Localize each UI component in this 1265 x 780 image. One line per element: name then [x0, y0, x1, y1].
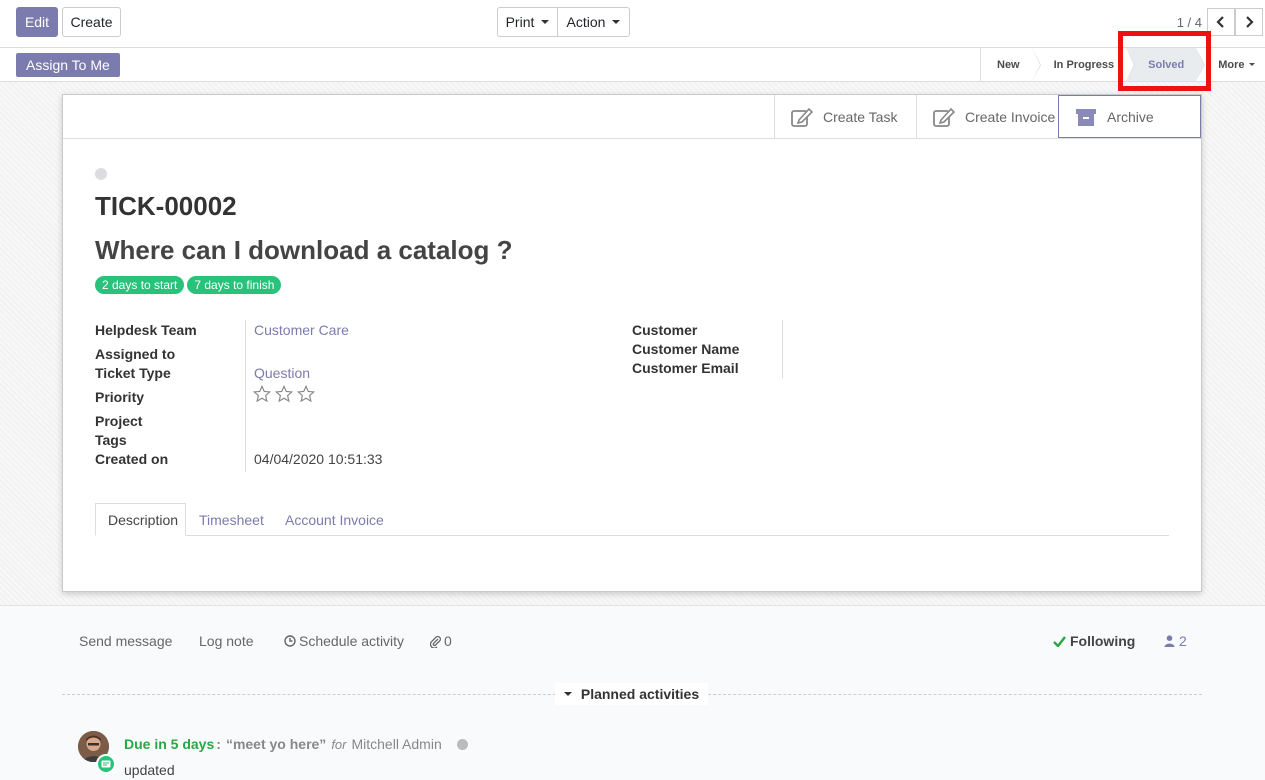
ticket-type-value[interactable]: Question: [254, 365, 310, 381]
following-button[interactable]: Following: [1053, 633, 1135, 649]
caret-down-icon: [563, 692, 572, 696]
field-separator: [782, 320, 783, 378]
attachments-button[interactable]: 0: [430, 633, 452, 649]
chevron-right-icon: [1246, 16, 1254, 28]
created-on-label: Created on: [95, 451, 169, 467]
activity-note: updated: [124, 762, 175, 778]
assigned-to-label: Assigned to: [95, 346, 176, 362]
sla-badge: 2 days to start: [95, 276, 185, 294]
star-icon[interactable]: [253, 385, 271, 403]
create-invoice-button[interactable]: Create Invoice: [916, 95, 1059, 138]
planned-activities-label: Planned activities: [580, 686, 700, 702]
info-icon[interactable]: [456, 738, 468, 750]
sla-badge: 7 days to finish: [187, 276, 282, 294]
chevron-left-icon: [1216, 16, 1224, 28]
action-dropdown[interactable]: Action: [557, 7, 630, 37]
stage-in-progress[interactable]: In Progress: [1031, 48, 1136, 81]
priority-label: Priority: [95, 389, 145, 405]
pager-previous-button[interactable]: [1207, 8, 1235, 36]
tab-timesheet[interactable]: Timesheet: [187, 503, 276, 536]
tab-label: Description: [108, 511, 179, 528]
tab-label: Account Invoice: [285, 511, 384, 528]
kanban-state-icon[interactable]: [95, 168, 107, 180]
print-label: Print: [505, 14, 535, 30]
send-message-button[interactable]: Send message: [79, 633, 172, 649]
following-label: Following: [1070, 633, 1136, 649]
tab-account-invoice[interactable]: Account Invoice: [273, 503, 396, 536]
customer-label: Customer: [632, 322, 698, 338]
notebook-tabs: Description Timesheet Account Invoice: [95, 503, 1169, 536]
clock-icon: [284, 635, 296, 647]
activity-user: Mitchell Admin: [351, 736, 442, 752]
star-icon[interactable]: [275, 385, 293, 403]
helpdesk-team-value[interactable]: Customer Care: [254, 322, 349, 338]
create-invoice-label: Create Invoice: [965, 108, 1056, 125]
assign-to-me-label: Assign To Me: [26, 57, 110, 73]
ticket-reference: TICK-00002: [95, 191, 237, 221]
project-label: Project: [95, 413, 143, 429]
tab-label: Timesheet: [199, 511, 264, 528]
customer-email-label: Customer Email: [632, 360, 739, 376]
ticket-type-label: Ticket Type: [95, 365, 171, 381]
pager-value: 1 / 4: [1176, 15, 1202, 30]
stage-label: New: [997, 58, 1020, 71]
print-dropdown[interactable]: Print: [497, 7, 558, 37]
smart-button-box: Create Task Create Invoice Archive: [63, 95, 1201, 139]
highlight-box: [1118, 31, 1211, 91]
attachments-count: 0: [444, 633, 452, 649]
chatter: Send message Log note Schedule activity …: [0, 605, 1265, 780]
form-sheet: Create Task Create Invoice Archive TICK-…: [62, 94, 1202, 592]
control-panel: Edit Create Print Action 1 / 4: [0, 0, 1265, 46]
tags-label: Tags: [95, 432, 127, 448]
tab-description[interactable]: Description: [95, 503, 186, 536]
edit-icon: [933, 107, 955, 127]
activity-summary: “meet yo here”: [225, 736, 327, 752]
helpdesk-team-label: Helpdesk Team: [95, 322, 197, 338]
created-on-value: 04/04/2020 10:51:33: [254, 451, 383, 467]
activity-line: Due in 5 days: “meet yo here” for Mitche…: [124, 736, 468, 752]
user-icon: [1164, 635, 1175, 647]
caret-down-icon: [612, 20, 621, 24]
pager-next-button[interactable]: [1235, 8, 1263, 36]
edit-button[interactable]: Edit: [16, 7, 58, 37]
check-icon: [1053, 635, 1066, 647]
assign-to-me-button[interactable]: Assign To Me: [16, 53, 120, 77]
form-statusbar: Assign To Me New In Progress Solved More: [0, 47, 1265, 82]
archive-icon: [1076, 108, 1096, 126]
create-task-label: Create Task: [823, 108, 898, 125]
edit-button-label: Edit: [24, 14, 50, 30]
priority-stars: [253, 385, 315, 403]
star-icon[interactable]: [297, 385, 315, 403]
field-separator: [245, 320, 246, 472]
stage-new[interactable]: New: [981, 48, 1041, 81]
archive-button[interactable]: Archive: [1058, 95, 1201, 138]
customer-name-label: Customer Name: [632, 341, 740, 357]
more-label: More: [1218, 58, 1245, 71]
log-note-button[interactable]: Log note: [199, 633, 254, 649]
ticket-title[interactable]: Where can I download a catalog ?: [95, 235, 513, 266]
create-task-button[interactable]: Create Task: [774, 95, 917, 138]
archive-label: Archive: [1107, 108, 1154, 125]
caret-down-icon: [541, 20, 550, 24]
followers-button[interactable]: 2: [1164, 633, 1187, 649]
activity-due: Due in 5 days: [124, 736, 215, 752]
activity-type-icon: [96, 754, 116, 774]
schedule-activity-button[interactable]: Schedule activity: [284, 633, 404, 649]
stage-label: In Progress: [1053, 58, 1115, 71]
create-button-label: Create: [70, 14, 113, 30]
sla-badges: 2 days to start 7 days to finish: [95, 276, 282, 294]
activity-for: for: [331, 736, 347, 752]
schedule-activity-label: Schedule activity: [299, 633, 405, 649]
planned-activities-toggle[interactable]: Planned activities: [555, 683, 708, 705]
create-button[interactable]: Create: [62, 7, 121, 37]
paperclip-icon: [430, 635, 441, 648]
action-label: Action: [566, 14, 606, 30]
edit-icon: [791, 107, 813, 127]
caret-down-icon: [1248, 63, 1255, 66]
followers-count: 2: [1179, 633, 1187, 649]
